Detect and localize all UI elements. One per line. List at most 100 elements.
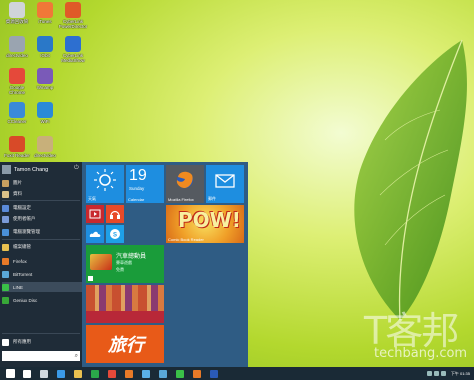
menu-divider (2, 333, 80, 334)
desktop-shortcut[interactable]: Foxit Reader (2, 136, 32, 163)
start-menu-item[interactable]: 檔案總管 (2, 242, 82, 252)
tile-mail[interactable]: 郵件 (206, 165, 244, 203)
taskbar-button[interactable] (122, 368, 136, 379)
start-menu-item[interactable]: Firefox (2, 256, 82, 266)
control-panel-icon (2, 228, 9, 236)
taskbar-button[interactable] (207, 368, 221, 379)
start-menu-item[interactable]: 電腦瀏覽管理 (2, 227, 82, 237)
chrome-icon (108, 369, 116, 378)
start-menu-item-label: 檔案總管 (13, 244, 31, 249)
search-icon: ⌕ (74, 352, 78, 359)
store-app-price: 免費 (116, 267, 124, 272)
desktop-shortcut[interactable]: Winamp (30, 68, 60, 95)
start-search-box[interactable]: ⌕ (2, 351, 80, 361)
start-menu-item-label: 圖片 (13, 180, 22, 185)
desktop-shortcut[interactable]: IObit (30, 36, 60, 63)
start-menu-item-label: Geniux Disc (13, 297, 38, 303)
start-menu-item[interactable]: 圖片 (2, 178, 82, 188)
desktop-shortcut-label: Winamp (36, 85, 54, 90)
tile-comic-game[interactable]: POW! Comic Book Reader (166, 205, 244, 243)
taskbar-button[interactable] (3, 368, 17, 379)
taskbar-button[interactable] (105, 368, 119, 379)
tile-firefox-label: Mozilla Firefox (168, 197, 194, 202)
store-app-subtitle: 賽車遊戲 (116, 260, 132, 265)
tile-photos[interactable] (86, 285, 164, 323)
tile-store-app[interactable]: 汽車總動員 賽車遊戲 免費 (86, 245, 164, 283)
firefox-icon (193, 369, 201, 378)
start-menu-item-label: 電腦設定 (13, 205, 31, 210)
skype-icon: S (110, 229, 120, 239)
pdf-reader-icon (9, 136, 25, 152)
taskbar-button[interactable] (173, 368, 187, 379)
taskbar-button[interactable] (54, 368, 68, 379)
tile-weather[interactable]: 天氣 (86, 165, 124, 203)
desktop-shortcut-label: CCleaner (7, 119, 27, 124)
start-menu-item-label: 資料 (13, 191, 22, 196)
menu-divider (2, 200, 80, 201)
taskbar-button[interactable] (71, 368, 85, 379)
tile-onedrive[interactable] (86, 225, 104, 243)
network-icon[interactable] (426, 371, 432, 376)
taskbar-button[interactable] (190, 368, 204, 379)
user-name: Tamon Chang (14, 166, 49, 173)
desktop-shortcut[interactable]: directvideo (2, 36, 32, 63)
disc-app-icon (2, 296, 9, 304)
taskbar-button[interactable] (37, 368, 51, 379)
start-menu-item[interactable]: 使用者帳戶 (2, 214, 82, 224)
disc-icon (37, 136, 53, 152)
svg-text:S: S (113, 233, 117, 239)
start-menu-left-pane: Tamon Chang ⏻ 圖片資料電腦設定使用者帳戶電腦瀏覽管理 檔案總管 Fir… (0, 162, 82, 367)
iobit-icon (37, 36, 53, 52)
start-menu-item[interactable]: 所有應用 (2, 337, 82, 347)
tile-video[interactable] (86, 205, 104, 223)
firefox-icon (176, 171, 193, 188)
calendar-weekday: Sunday (129, 186, 145, 191)
desktop-shortcut[interactable]: Google Chrome (2, 68, 32, 95)
taskbar-clock[interactable]: 下午 01:35 (451, 371, 470, 377)
wifi-tool-icon (37, 102, 53, 118)
start-menu-item[interactable]: Geniux Disc (2, 295, 82, 305)
taskbar: 下午 01:35 (0, 367, 474, 380)
user-account[interactable]: Tamon Chang (2, 164, 82, 175)
documents-icon (2, 190, 9, 198)
desktop-shortcut[interactable]: CCleaner (2, 102, 32, 129)
power-icon[interactable]: ⏻ (74, 165, 79, 172)
all-apps-icon (2, 338, 9, 346)
taskbar-button[interactable] (20, 368, 34, 379)
volume-icon[interactable] (433, 371, 439, 376)
store-app-title: 汽車總動員 (116, 254, 147, 260)
desktop-shortcut-label: CyberLink MediaShow (61, 53, 85, 63)
recycle-bin-icon (9, 2, 25, 18)
desktop-shortcut[interactable]: CyberLink MediaShow (58, 36, 88, 63)
comic-pow-text: POW! (178, 208, 241, 232)
start-menu-item-label: LINE (13, 284, 24, 290)
start-menu-item[interactable]: LINE (2, 282, 82, 292)
desktop-shortcut-label: Google Chrome (8, 85, 25, 95)
desktop-shortcut[interactable]: WiFi (30, 102, 60, 129)
tile-mail-label: 郵件 (208, 196, 216, 201)
desktop-shortcut[interactable]: iTunes (30, 2, 60, 29)
menu-divider (2, 239, 80, 240)
tile-skype[interactable]: S (106, 225, 124, 243)
start-menu-item[interactable]: 電腦設定 (2, 203, 82, 213)
taskbar-button[interactable] (139, 368, 153, 379)
taskbar-button[interactable] (88, 368, 102, 379)
mail-icon (215, 174, 235, 188)
taskbar-button[interactable] (156, 368, 170, 379)
tile-news[interactable]: 旅行 (86, 325, 164, 363)
bittorrent-icon (2, 270, 9, 278)
tile-weather-label: 天氣 (88, 196, 96, 201)
start-menu-item[interactable]: 資料 (2, 189, 82, 199)
notification-icon[interactable] (440, 371, 446, 376)
tile-firefox[interactable]: Mozilla Firefox (166, 165, 204, 203)
tile-music[interactable] (106, 205, 124, 223)
start-menu-item[interactable]: BitTorrent (2, 269, 82, 279)
desktop-shortcut[interactable]: 資源回收筒 (2, 2, 32, 29)
calendar-day: 19 (129, 167, 147, 184)
desktop-shortcut[interactable]: directvideo (30, 136, 60, 163)
tile-calendar[interactable]: 19 Sunday Calendar (126, 165, 164, 203)
start-menu-item-label: 電腦瀏覽管理 (13, 229, 40, 234)
desktop-shortcut[interactable]: CyberLink PowerDirector (58, 2, 88, 29)
photo-banner (86, 311, 164, 323)
notepad-icon (159, 369, 167, 378)
